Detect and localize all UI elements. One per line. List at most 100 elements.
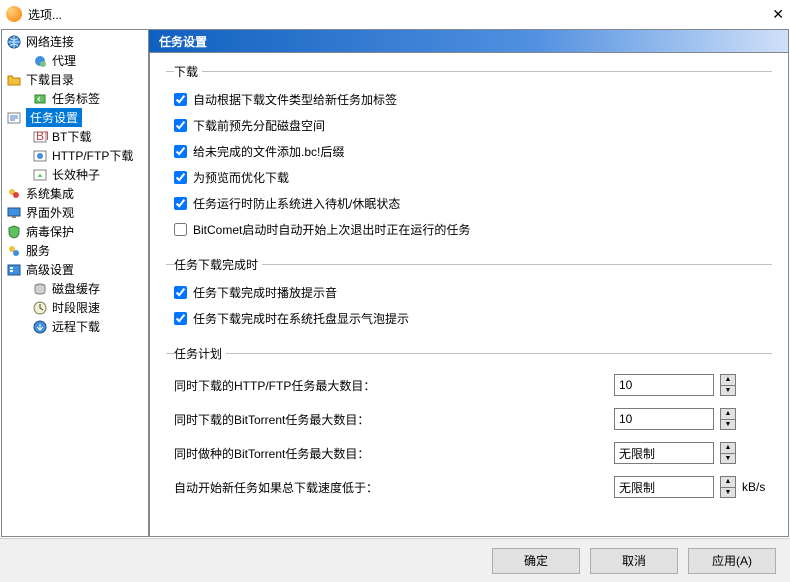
checkbox[interactable]	[174, 312, 187, 325]
monitor-icon	[6, 205, 22, 221]
sidebar-item-label: 长效种子	[52, 166, 100, 183]
spin-up-icon[interactable]: ▲	[721, 443, 735, 454]
max-http-input[interactable]	[614, 374, 714, 396]
sidebar-item-long-seed[interactable]: 长效种子	[2, 165, 148, 184]
titlebar: 选项... ✕	[0, 0, 790, 28]
sidebar-item-label: 界面外观	[26, 204, 74, 221]
sidebar-item-task-settings[interactable]: 任务设置	[2, 108, 148, 127]
advanced-icon	[6, 262, 22, 278]
spin-up-icon[interactable]: ▲	[721, 375, 735, 386]
sidebar-item-http-download[interactable]: HTTP/FTP下载	[2, 146, 148, 165]
sidebar: 网络连接 代理 下载目录 任务标签 任务设置 BT BT下载 HTTP/FTP下载…	[1, 29, 149, 537]
http-icon	[32, 148, 48, 164]
spinner[interactable]: ▲▼	[720, 442, 736, 464]
sidebar-item-label: 时段限速	[52, 299, 100, 316]
checkbox[interactable]	[174, 145, 187, 158]
spin-up-icon[interactable]: ▲	[721, 409, 735, 420]
page-title: 任务设置	[149, 29, 789, 53]
close-icon[interactable]: ✕	[772, 6, 784, 23]
check-prevent-sleep[interactable]: 任务运行时防止系统进入待机/休眠状态	[174, 190, 772, 216]
sidebar-item-antivirus[interactable]: 病毒保护	[2, 222, 148, 241]
task-icon	[6, 110, 22, 126]
sidebar-item-label: BT下载	[52, 128, 91, 145]
sidebar-item-label: 任务设置	[26, 108, 82, 127]
apply-button[interactable]: 应用(A)	[688, 548, 776, 574]
sidebar-item-label: 高级设置	[26, 261, 74, 278]
max-bt-dl-input[interactable]	[614, 408, 714, 430]
check-balloon-on-complete[interactable]: 任务下载完成时在系统托盘显示气泡提示	[174, 305, 772, 331]
remote-icon	[32, 319, 48, 335]
folder-icon	[6, 72, 22, 88]
sidebar-item-services[interactable]: 服务	[2, 241, 148, 260]
users-icon	[6, 186, 22, 202]
sidebar-item-download-dir[interactable]: 下载目录	[2, 70, 148, 89]
section-plan: 任务计划 同时下载的HTTP/FTP任务最大数目： ▲▼ 同时下载的BitTor…	[166, 345, 772, 504]
section-legend: 任务计划	[174, 345, 226, 362]
auto-start-speed-label: 自动开始新任务如果总下载速度低于：	[174, 479, 614, 496]
sidebar-item-schedule-limit[interactable]: 时段限速	[2, 298, 148, 317]
sidebar-item-appearance[interactable]: 界面外观	[2, 203, 148, 222]
checkbox[interactable]	[174, 171, 187, 184]
check-preview-opt[interactable]: 为预览而优化下载	[174, 164, 772, 190]
check-sound-on-complete[interactable]: 任务下载完成时播放提示音	[174, 279, 772, 305]
bt-icon: BT	[32, 129, 48, 145]
button-row: 确定 取消 应用(A)	[0, 538, 790, 582]
sidebar-item-label: 病毒保护	[26, 223, 74, 240]
max-bt-seed-input[interactable]	[614, 442, 714, 464]
sidebar-item-label: 远程下载	[52, 318, 100, 335]
sidebar-item-label: 下载目录	[26, 71, 74, 88]
spinner[interactable]: ▲▼	[720, 476, 736, 498]
checkbox[interactable]	[174, 93, 187, 106]
sidebar-item-network[interactable]: 网络连接	[2, 32, 148, 51]
checkbox[interactable]	[174, 197, 187, 210]
check-resume-on-start[interactable]: BitComet启动时自动开始上次退出时正在运行的任务	[174, 216, 772, 242]
sidebar-item-label: 系统集成	[26, 185, 74, 202]
spin-down-icon[interactable]: ▼	[721, 386, 735, 396]
section-legend: 任务下载完成时	[174, 256, 262, 273]
sidebar-item-system-integration[interactable]: 系统集成	[2, 184, 148, 203]
spin-down-icon[interactable]: ▼	[721, 454, 735, 464]
sidebar-item-label: 服务	[26, 242, 50, 259]
section-complete: 任务下载完成时 任务下载完成时播放提示音 任务下载完成时在系统托盘显示气泡提示	[166, 256, 772, 331]
spin-down-icon[interactable]: ▼	[721, 420, 735, 430]
app-icon	[6, 6, 22, 22]
shield-icon	[6, 224, 22, 240]
sidebar-item-remote-download[interactable]: 远程下载	[2, 317, 148, 336]
svg-text:BT: BT	[36, 129, 48, 143]
seed-icon	[32, 167, 48, 183]
max-bt-seed-label: 同时做种的BitTorrent任务最大数目：	[174, 445, 614, 462]
service-icon	[6, 243, 22, 259]
sidebar-item-label: 代理	[52, 52, 76, 69]
check-auto-tag[interactable]: 自动根据下载文件类型给新任务加标签	[174, 86, 772, 112]
ok-button[interactable]: 确定	[492, 548, 580, 574]
sidebar-item-disk-cache[interactable]: 磁盘缓存	[2, 279, 148, 298]
tag-icon	[32, 91, 48, 107]
sidebar-item-label: 磁盘缓存	[52, 280, 100, 297]
spinner[interactable]: ▲▼	[720, 408, 736, 430]
unit-label: kB/s	[742, 480, 772, 494]
clock-icon	[32, 300, 48, 316]
globe-icon	[6, 34, 22, 50]
sidebar-item-proxy[interactable]: 代理	[2, 51, 148, 70]
checkbox[interactable]	[174, 223, 187, 236]
sidebar-item-label: 网络连接	[26, 33, 74, 50]
sidebar-item-advanced[interactable]: 高级设置	[2, 260, 148, 279]
spin-down-icon[interactable]: ▼	[721, 488, 735, 498]
checkbox[interactable]	[174, 286, 187, 299]
window-title: 选项...	[28, 6, 62, 23]
sidebar-item-bt-download[interactable]: BT BT下载	[2, 127, 148, 146]
check-bc-suffix[interactable]: 给未完成的文件添加.bc!后缀	[174, 138, 772, 164]
spin-up-icon[interactable]: ▲	[721, 477, 735, 488]
max-http-label: 同时下载的HTTP/FTP任务最大数目：	[174, 377, 614, 394]
sidebar-item-label: HTTP/FTP下载	[52, 147, 133, 164]
check-prealloc[interactable]: 下载前预先分配磁盘空间	[174, 112, 772, 138]
auto-start-speed-input[interactable]	[614, 476, 714, 498]
sidebar-item-label: 任务标签	[52, 90, 100, 107]
section-download: 下载 自动根据下载文件类型给新任务加标签 下载前预先分配磁盘空间 给未完成的文件…	[166, 63, 772, 242]
cancel-button[interactable]: 取消	[590, 548, 678, 574]
max-bt-dl-label: 同时下载的BitTorrent任务最大数目：	[174, 411, 614, 428]
sidebar-item-task-tags[interactable]: 任务标签	[2, 89, 148, 108]
disk-icon	[32, 281, 48, 297]
checkbox[interactable]	[174, 119, 187, 132]
spinner[interactable]: ▲▼	[720, 374, 736, 396]
